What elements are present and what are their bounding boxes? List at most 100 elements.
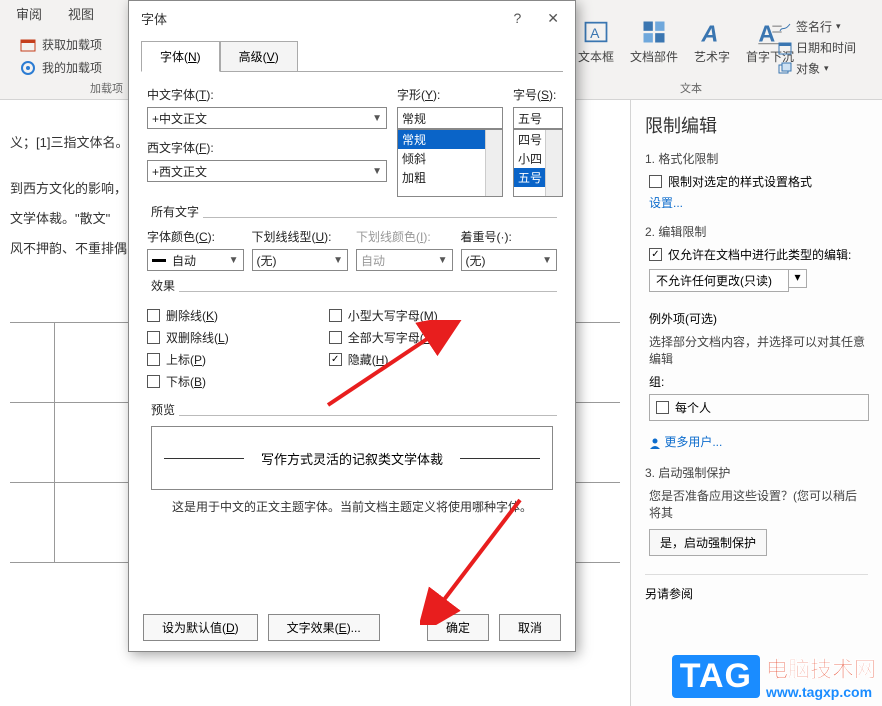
font-style-label: 字形(Y): [397,86,503,103]
font-size-label: 字号(S): [513,86,563,103]
label: 小型大写字母(M) [348,307,438,324]
parts-icon [640,18,668,46]
strike-checkbox[interactable]: 删除线(K) [147,307,229,324]
underline-style-label: 下划线线型(U): [252,228,349,245]
settings-link[interactable]: 设置... [649,194,868,211]
checkbox-icon [147,331,160,344]
tab-font[interactable]: 字体(N) [141,41,220,72]
checkbox-icon [147,309,160,322]
watermark: TAG 电脑技术网 www.tagxp.com [672,652,876,700]
ribbon-text-group-right: 签名行 ▾ 日期和时间 对象 ▾ [778,18,856,77]
format-restrict-checkbox[interactable]: 限制对选定的样式设置格式 [649,173,868,190]
label: 删除线(K) [166,307,218,324]
all-text-legend: 所有文字 [147,203,203,220]
help-button[interactable]: ? [507,10,527,27]
font-size-input[interactable]: 五号 [513,107,563,129]
list-item[interactable]: 小四 [514,149,562,168]
list-item[interactable]: 五号 [514,168,562,187]
superscript-checkbox[interactable]: 上标(P) [147,351,229,368]
svg-text:A: A [590,25,600,41]
subscript-checkbox[interactable]: 下标(B) [147,373,229,390]
pane-section-2: 2. 编辑限制 [645,223,868,240]
my-addins-button[interactable]: 我的加载项 [14,56,108,79]
dialog-titlebar: 字体 ? ✕ [129,1,575,34]
my-addins-label: 我的加载项 [42,59,102,76]
list-item[interactable]: 常规 [398,130,502,149]
font-size-list[interactable]: 四号 小四 五号 [513,129,563,197]
ribbon-group-label: 文本 [680,80,702,96]
svg-text:A: A [758,20,775,46]
label: 更多用户... [664,435,722,449]
chevron-down-icon: ▼ [438,255,448,266]
hidden-checkbox[interactable]: 隐藏(H) [329,351,438,368]
font-dialog: 字体 ? ✕ 字体(N) 高级(V) 中文字体(T): +中文正文▼ 西文字体(… [128,0,576,652]
signature-button[interactable]: 签名行 ▾ [778,18,856,35]
everyone-checkbox[interactable]: 每个人 [649,394,869,421]
label: 仅允许在文档中进行此类型的编辑: [668,246,851,263]
watermark-text: 电脑技术网 [766,652,876,684]
enforce-button[interactable]: 是，启动强制保护 [649,529,767,556]
exceptions-label: 例外项(可选) [649,310,868,327]
value: 常规 [402,110,426,127]
pane-title: 限制编辑 [645,112,868,138]
checkbox-icon [147,353,160,366]
value: 五号 [518,110,542,127]
checkbox-icon [329,353,342,366]
font-color-combo[interactable]: 自动▼ [147,249,244,271]
label: 上标(P) [166,351,206,368]
list-item[interactable]: 加粗 [398,168,502,187]
allcaps-checkbox[interactable]: 全部大写字母(A) [329,329,438,346]
font-color-label: 字体颜色(C): [147,228,244,245]
tag-logo: TAG [672,655,760,698]
smallcaps-checkbox[interactable]: 小型大写字母(M) [329,307,438,324]
ribbon-tab[interactable]: 审阅 [12,2,46,25]
parts-button[interactable]: 文档部件 [630,18,678,65]
tab-advanced[interactable]: 高级(V) [220,41,298,72]
value: 自动 [361,252,385,269]
list-item[interactable]: 四号 [514,130,562,149]
label: 对象 [796,60,820,77]
close-button[interactable]: ✕ [541,10,565,27]
ok-button[interactable]: 确定 [427,614,489,641]
font-style-input[interactable]: 常规 [397,107,503,129]
store-icon [20,37,36,53]
chevron-down-icon[interactable]: ▾ [789,269,807,288]
text-effects-button[interactable]: 文字效果(E)... [268,614,380,641]
preview-legend: 预览 [147,401,179,418]
textbox-button[interactable]: A 文本框 [578,18,614,65]
value: (无) [257,252,277,269]
label: 下标(B) [166,373,206,390]
emphasis-combo[interactable]: (无)▼ [461,249,558,271]
restriction-select[interactable]: 不允许任何更改(只读) [649,269,789,292]
object-button[interactable]: 对象 ▾ [778,60,856,77]
svg-text:A: A [701,20,719,46]
label: 文本框 [578,48,614,65]
list-item[interactable]: 倾斜 [398,149,502,168]
wordart-button[interactable]: A 艺术字 [694,18,730,65]
label: 日期和时间 [796,39,856,56]
label: 签名行 [796,18,832,35]
edit-restrict-checkbox[interactable]: 仅允许在文档中进行此类型的编辑: [649,246,868,263]
object-icon [778,62,792,76]
zh-font-combo[interactable]: +中文正文▼ [147,107,387,129]
checkbox-icon [649,248,662,261]
label: 字体(N) [160,50,201,64]
label: 每个人 [675,399,711,416]
checkbox-icon [329,331,342,344]
font-style-list[interactable]: 常规 倾斜 加粗 [397,129,503,197]
underline-style-combo[interactable]: (无)▼ [252,249,349,271]
ribbon-tab[interactable]: 视图 [64,2,98,25]
double-strike-checkbox[interactable]: 双删除线(L) [147,329,229,346]
west-font-combo[interactable]: +西文正文▼ [147,160,387,182]
value: +中文正文 [152,110,207,127]
chevron-down-icon: ▼ [542,255,552,266]
checkbox-icon [329,309,342,322]
get-addins-button[interactable]: 获取加载项 [14,33,108,56]
set-default-button[interactable]: 设为默认值(D) [143,614,258,641]
more-users-link[interactable]: 更多用户... [649,433,868,450]
preview-note: 这是用于中文的正文主题字体。当前文档主题定义将使用哪种字体。 [147,498,557,515]
datetime-button[interactable]: 日期和时间 [778,39,856,56]
ribbon-group-label: 加载项 [90,80,123,96]
pane-section-1: 1. 格式化限制 [645,150,868,167]
cancel-button[interactable]: 取消 [499,614,561,641]
